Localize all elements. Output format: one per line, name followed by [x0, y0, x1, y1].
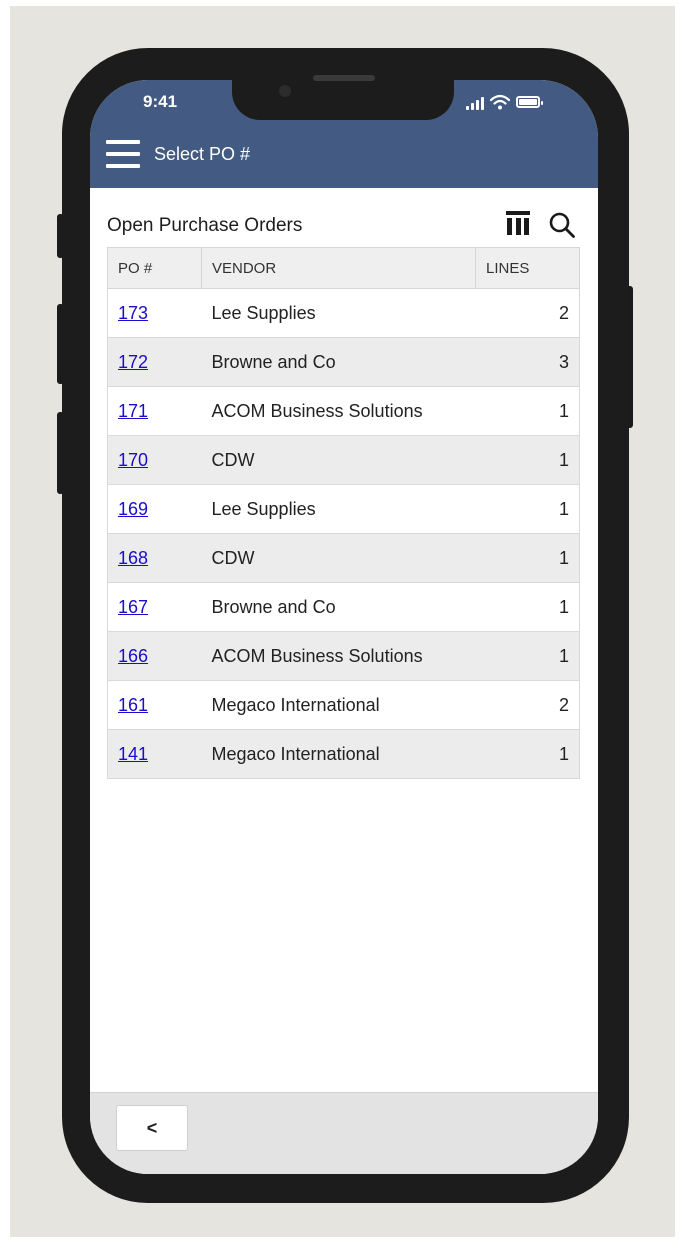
po-cell: 167 [107, 582, 202, 632]
section-title: Open Purchase Orders [107, 215, 303, 236]
po-number-link[interactable]: 173 [118, 303, 148, 323]
lines-cell: 2 [475, 680, 580, 730]
po-cell: 168 [107, 533, 202, 583]
po-number-link[interactable]: 171 [118, 401, 148, 421]
vendor-cell: Lee Supplies [201, 288, 476, 338]
table-row[interactable]: 166 ACOM Business Solutions 1 [107, 631, 580, 681]
po-number-link[interactable]: 141 [118, 744, 148, 764]
page-title: Select PO # [154, 144, 251, 164]
status-time: 9:41 [143, 92, 178, 111]
vendor-cell: ACOM Business Solutions [201, 631, 476, 681]
app-screen: 9:41 Select PO # Open Purchase Orders PO… [90, 80, 598, 1174]
search-icon[interactable] [548, 211, 576, 239]
footer-bar: < [90, 1092, 598, 1174]
hamburger-menu-icon[interactable] [106, 140, 140, 170]
table-row[interactable]: 171 ACOM Business Solutions 1 [107, 386, 580, 436]
columns-icon[interactable] [506, 211, 530, 237]
table-row[interactable]: 167 Browne and Co 1 [107, 582, 580, 632]
status-icons [466, 92, 556, 112]
lines-cell: 1 [475, 484, 580, 534]
po-cell: 169 [107, 484, 202, 534]
table-header-row: PO # VENDOR LINES [107, 247, 580, 289]
lines-cell: 2 [475, 288, 580, 338]
po-number-link[interactable]: 169 [118, 499, 148, 519]
earpiece-speaker [313, 75, 375, 81]
front-camera [279, 85, 291, 97]
po-cell: 170 [107, 435, 202, 485]
column-header-lines[interactable]: LINES [475, 247, 580, 289]
lines-cell: 1 [475, 435, 580, 485]
signal-icon [466, 96, 486, 110]
table-row[interactable]: 141 Megaco International 1 [107, 729, 580, 779]
column-header-po[interactable]: PO # [107, 247, 202, 289]
back-button[interactable]: < [116, 1105, 188, 1151]
po-number-link[interactable]: 172 [118, 352, 148, 372]
lines-cell: 1 [475, 533, 580, 583]
table-row[interactable]: 172 Browne and Co 3 [107, 337, 580, 387]
vendor-cell: Browne and Co [201, 582, 476, 632]
po-cell: 161 [107, 680, 202, 730]
table-row[interactable]: 170 CDW 1 [107, 435, 580, 485]
table-row[interactable]: 169 Lee Supplies 1 [107, 484, 580, 534]
wifi-icon [490, 94, 510, 110]
vendor-cell: Megaco International [201, 680, 476, 730]
po-cell: 166 [107, 631, 202, 681]
po-number-link[interactable]: 170 [118, 450, 148, 470]
lines-cell: 1 [475, 631, 580, 681]
table-row[interactable]: 173 Lee Supplies 2 [107, 288, 580, 338]
purchase-orders-table: PO # VENDOR LINES 173 Lee Supplies 2 172… [107, 247, 580, 779]
po-number-link[interactable]: 161 [118, 695, 148, 715]
table-row[interactable]: 161 Megaco International 2 [107, 680, 580, 730]
po-cell: 171 [107, 386, 202, 436]
po-cell: 172 [107, 337, 202, 387]
vendor-cell: CDW [201, 533, 476, 583]
vendor-cell: Browne and Co [201, 337, 476, 387]
vendor-cell: ACOM Business Solutions [201, 386, 476, 436]
lines-cell: 1 [475, 582, 580, 632]
table-row[interactable]: 168 CDW 1 [107, 533, 580, 583]
device-notch [232, 80, 454, 120]
battery-icon [516, 96, 543, 108]
lines-cell: 1 [475, 386, 580, 436]
vendor-cell: Megaco International [201, 729, 476, 779]
po-cell: 141 [107, 729, 202, 779]
po-number-link[interactable]: 166 [118, 646, 148, 666]
po-cell: 173 [107, 288, 202, 338]
lines-cell: 1 [475, 729, 580, 779]
po-number-link[interactable]: 167 [118, 597, 148, 617]
lines-cell: 3 [475, 337, 580, 387]
po-number-link[interactable]: 168 [118, 548, 148, 568]
vendor-cell: Lee Supplies [201, 484, 476, 534]
vendor-cell: CDW [201, 435, 476, 485]
column-header-vendor[interactable]: VENDOR [201, 247, 476, 289]
